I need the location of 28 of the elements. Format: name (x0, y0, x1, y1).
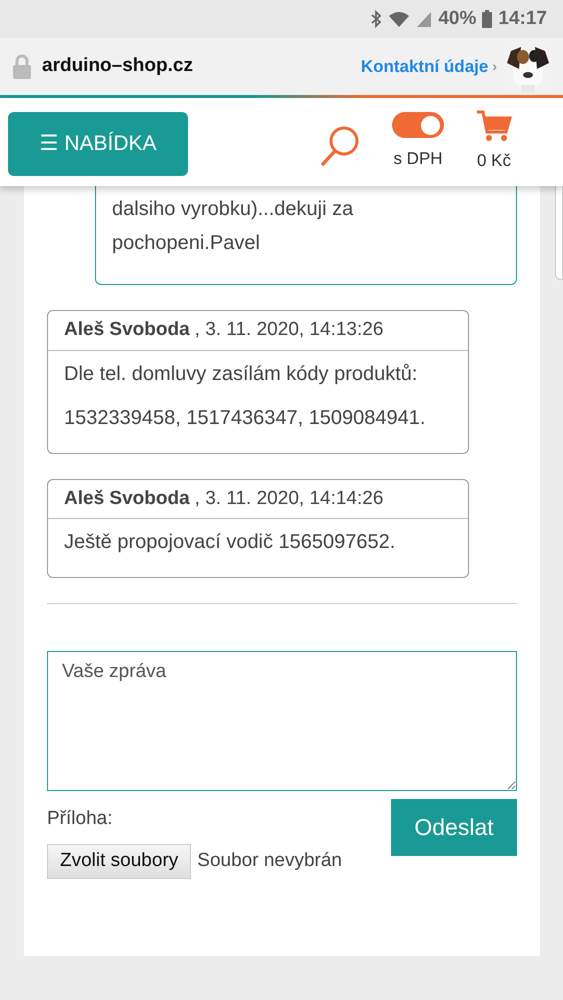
cart-total: 0 Kč (476, 150, 512, 172)
battery-percentage: 40% (438, 6, 476, 31)
send-button[interactable]: Odeslat (391, 799, 517, 856)
search-icon[interactable] (320, 125, 360, 167)
vat-toggle[interactable] (392, 112, 444, 138)
comment-author: Aleš Svoboda (64, 318, 190, 342)
contact-link[interactable]: Kontaktní údaje › (360, 54, 497, 80)
vat-label: s DPH (393, 148, 443, 170)
message-text: 1532339458, 1517436347, 1509084941. (64, 406, 426, 430)
menu-button[interactable]: ☰ NABÍDKA (8, 112, 188, 176)
file-status: Soubor nevybrán (197, 848, 342, 873)
bluetooth-icon (370, 10, 382, 28)
message-text: Dle tel. domluvy zasílám kódy produktů: (64, 362, 418, 386)
comment-date: , 3. 11. 2020, 14:13:26 (194, 318, 384, 342)
message-field[interactable]: Vaše zpráva (47, 651, 517, 791)
lock-icon (12, 54, 32, 80)
comment-author: Aleš Svoboda (64, 486, 190, 510)
cart-icon[interactable] (476, 110, 512, 142)
choose-files-button[interactable]: Zvolit soubory (47, 844, 192, 878)
message-text: Ještě propojovací vodič 1565097652. (64, 530, 396, 555)
battery-icon (482, 10, 492, 28)
message-text: dalsiho vyrobku)...dekuji za pochopeni.Pavel (112, 197, 354, 256)
comment-date: , 3. 11. 2020, 14:14:26 (194, 486, 384, 510)
wifi-icon (388, 10, 410, 28)
clock: 14:17 (498, 6, 547, 31)
site-domain: arduino–shop.cz (42, 54, 193, 78)
attachment-label: Příloha: (47, 807, 114, 831)
signal-icon (416, 10, 432, 28)
